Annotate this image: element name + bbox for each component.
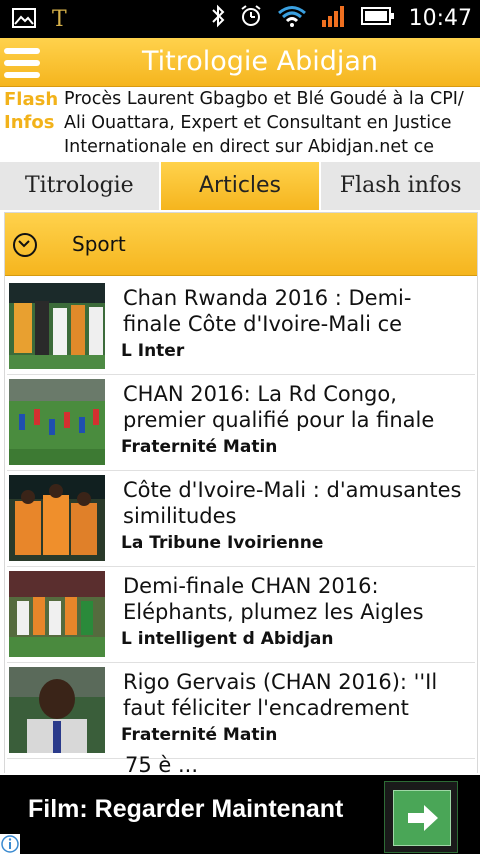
- flash-label-line2: Infos: [4, 112, 55, 133]
- app-title: Titrologie Abidjan: [141, 46, 379, 77]
- section-header-sport[interactable]: Sport: [5, 213, 477, 276]
- article-source: L Inter: [121, 341, 185, 361]
- flash-label-line1: Flash: [4, 89, 59, 110]
- article-thumbnail: [9, 283, 105, 369]
- article-source: La Tribune Ivoirienne: [121, 533, 324, 553]
- tab-articles[interactable]: Articles: [160, 162, 322, 210]
- battery-icon: [360, 6, 395, 30]
- article-headline: Chan Rwanda 2016 : Demi-finale Côte d'Iv…: [123, 286, 412, 335]
- article-thumbnail: [9, 379, 105, 465]
- articles-panel: Sport Chan Rwanda 2016 : Demi-finale Côt…: [4, 212, 478, 773]
- tab-bar: Titrologie Articles Flash infos: [0, 162, 480, 210]
- alarm-icon: [239, 4, 263, 32]
- article-item[interactable]: CHAN 2016: La Rd Congo, premier qualifié…: [7, 375, 475, 471]
- ad-banner[interactable]: Film: Regarder Maintenant: [0, 775, 480, 854]
- chevron-down-icon[interactable]: [13, 233, 37, 257]
- app-bar: Titrologie Abidjan: [0, 38, 480, 87]
- article-list: Chan Rwanda 2016 : Demi-finale Côte d'Iv…: [5, 279, 477, 773]
- ad-info-icon[interactable]: [0, 834, 20, 854]
- article-thumbnail: [9, 571, 105, 657]
- article-thumbnail: [9, 475, 105, 561]
- article-item-partial[interactable]: 75 è ...: [7, 753, 475, 773]
- article-source: Fraternité Matin: [121, 725, 278, 745]
- tab-flash-infos[interactable]: Flash infos: [321, 162, 480, 210]
- status-bar: T 10:47: [0, 0, 480, 38]
- article-item[interactable]: Rigo Gervais (CHAN 2016): ''Il faut féli…: [7, 663, 475, 759]
- flash-text[interactable]: Procès Laurent Gbagbo et Blé Goudé à la …: [64, 87, 474, 161]
- article-item[interactable]: Chan Rwanda 2016 : Demi-finale Côte d'Iv…: [7, 279, 475, 375]
- ad-text[interactable]: Film: Regarder Maintenant: [28, 795, 343, 824]
- article-item[interactable]: Côte d'Ivoire-Mali : d'amusantes similit…: [7, 471, 475, 567]
- signal-icon: [321, 4, 347, 32]
- gallery-icon: [12, 7, 36, 33]
- app-logo-icon: T: [52, 7, 67, 32]
- bluetooth-icon: [211, 4, 225, 32]
- article-headline: CHAN 2016: La Rd Congo, premier qualifié…: [123, 382, 435, 431]
- article-source: L intelligent d Abidjan: [121, 629, 334, 649]
- article-source: Fraternité Matin: [121, 437, 278, 457]
- clock-time: 10:47: [408, 5, 472, 31]
- article-item[interactable]: Demi-finale CHAN 2016: Eléphants, plumez…: [7, 567, 475, 663]
- flash-label: Flash Infos: [4, 88, 58, 134]
- flash-ticker[interactable]: Flash Infos Procès Laurent Gbagbo et Blé…: [0, 87, 480, 162]
- article-headline: Côte d'Ivoire-Mali : d'amusantes similit…: [123, 478, 462, 527]
- article-headline: 75 è ...: [125, 753, 199, 773]
- section-title: Sport: [72, 232, 126, 256]
- article-headline: Rigo Gervais (CHAN 2016): ''Il faut féli…: [123, 670, 438, 719]
- ad-arrow-button[interactable]: [384, 781, 458, 853]
- wifi-icon: [277, 4, 307, 32]
- article-thumbnail: [9, 667, 105, 753]
- tab-titrologie[interactable]: Titrologie: [0, 162, 161, 210]
- arrow-right-icon: [393, 790, 451, 846]
- article-headline: Demi-finale CHAN 2016: Eléphants, plumez…: [123, 574, 424, 623]
